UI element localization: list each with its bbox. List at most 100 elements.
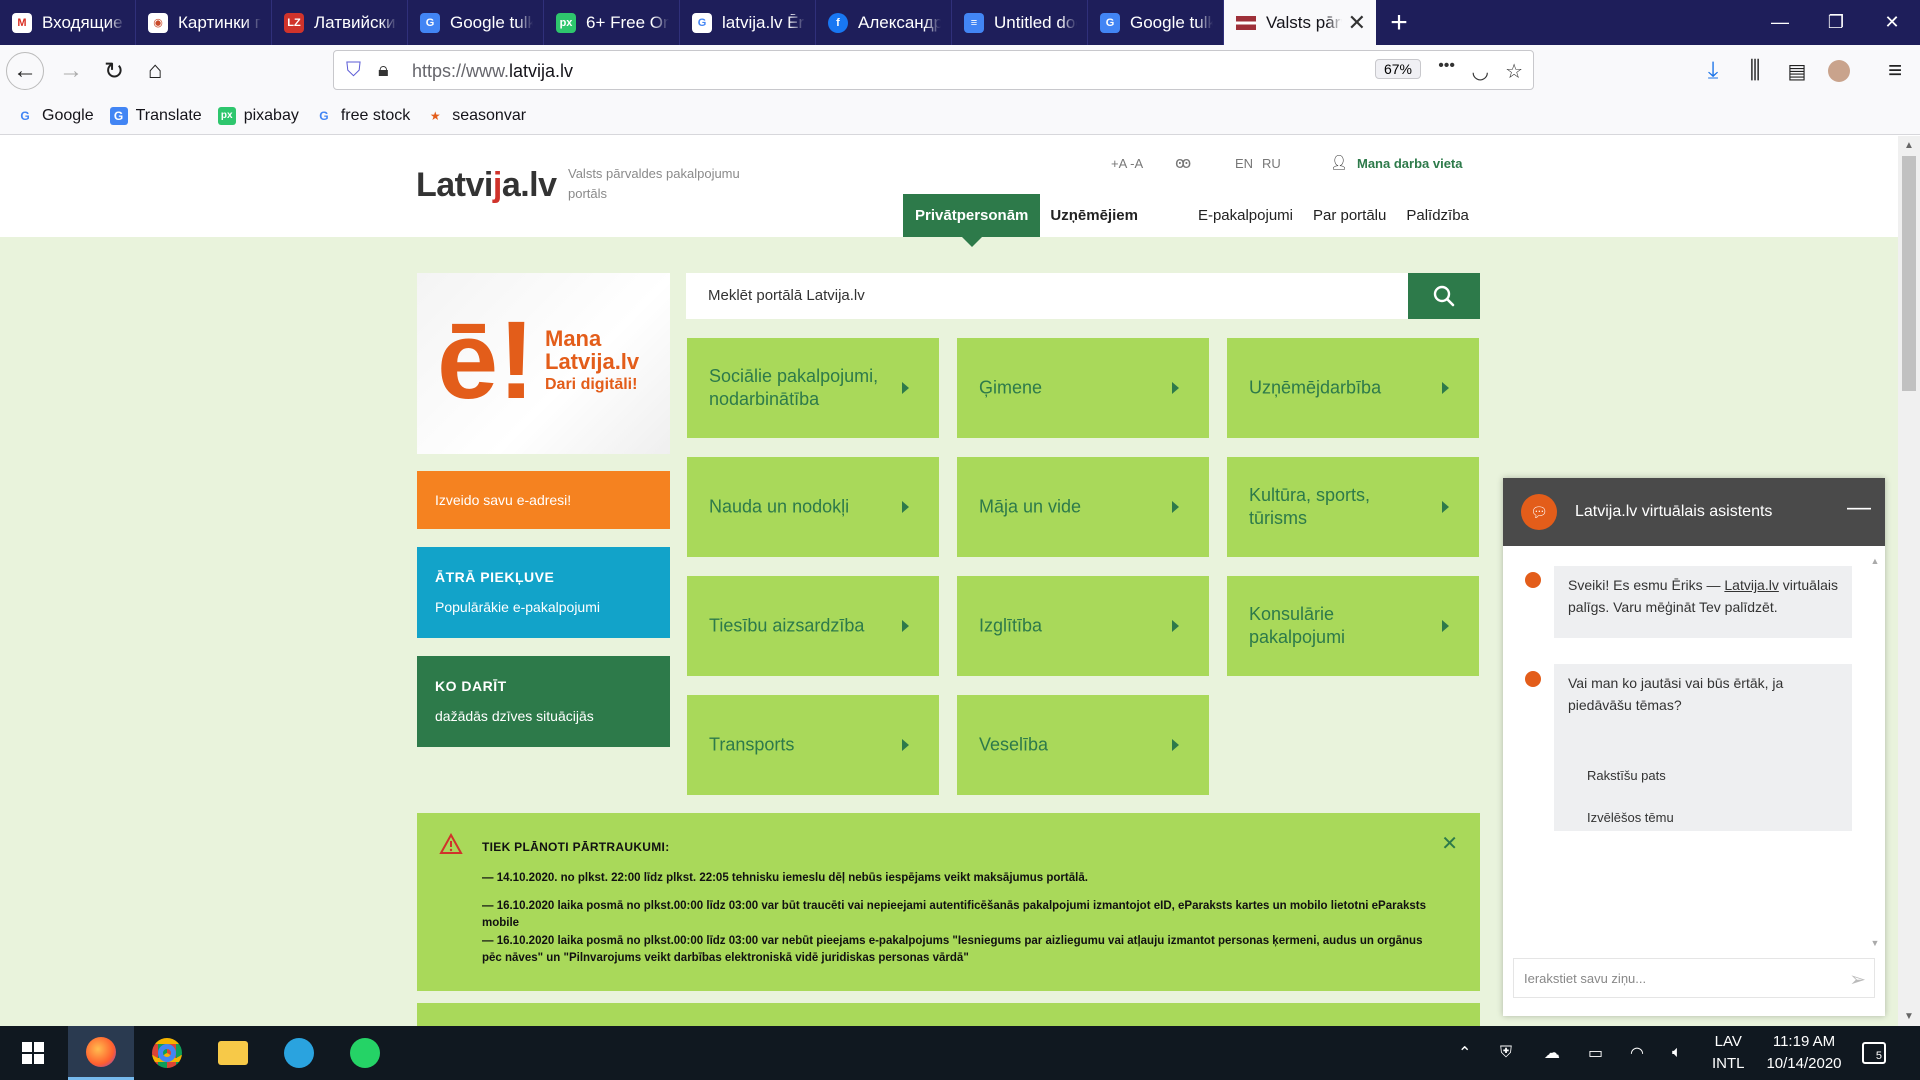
menu-hamburger-icon[interactable]: ≡ xyxy=(1876,52,1914,90)
home-icon[interactable]: ⌂ xyxy=(136,52,174,90)
site-logo[interactable]: Latvija.lv xyxy=(416,166,557,205)
clock[interactable]: 11:19 AM 10/14/2020 xyxy=(1764,1026,1844,1080)
tab-docs[interactable]: ≡ Untitled docum xyxy=(952,0,1088,45)
promo-banner[interactable]: ē! Mana Latvija.lv Dari digitāli! xyxy=(417,273,670,454)
e-address-button[interactable]: Izveido savu e-adresi! xyxy=(417,471,670,529)
close-notice-icon[interactable]: ✕ xyxy=(1441,831,1458,856)
search-input[interactable]: Meklēt portālā Latvija.lv xyxy=(708,287,865,304)
bookmark-star-icon[interactable]: ☆ xyxy=(1505,59,1523,84)
reload-icon[interactable]: ↻ xyxy=(95,52,133,90)
accessibility-icon[interactable]: ꙭ xyxy=(1175,153,1191,173)
tab-facebook[interactable]: f Александр Сто xyxy=(816,0,952,45)
downloads-icon[interactable]: ⤓ xyxy=(1694,52,1732,90)
account-avatar-icon[interactable] xyxy=(1820,52,1858,90)
nav-e-services[interactable]: E-pakalpojumi xyxy=(1188,194,1303,237)
close-window-icon[interactable]: ✕ xyxy=(1864,0,1920,45)
volume-icon[interactable]: 🔈︎ xyxy=(1672,1026,1682,1080)
url-bar[interactable]: ⛉ 🔒︎ https://www.latvija.lv 67% ••• ◡ ☆ xyxy=(333,50,1534,90)
page-scrollbar[interactable]: ▲ ▼ xyxy=(1898,136,1920,1026)
tab-images[interactable]: ◉ Картинки публ xyxy=(136,0,272,45)
wifi-icon[interactable]: ◠ xyxy=(1630,1026,1644,1080)
tile-consular[interactable]: Konsulārie pakalpojumi xyxy=(1227,576,1479,676)
lock-icon[interactable]: 🔒︎ xyxy=(378,59,389,82)
what-to-do-subtitle: dažādās dzīves situācijās xyxy=(435,708,594,724)
pocket-icon[interactable]: ◡ xyxy=(1472,59,1489,84)
nav-about-portal[interactable]: Par portālu xyxy=(1303,194,1396,237)
tab-gmail[interactable]: M Входящие (28) xyxy=(0,0,136,45)
tile-home-environment[interactable]: Māja un vide xyxy=(957,457,1209,557)
my-workplace-link[interactable]: Mana darba vieta xyxy=(1357,156,1463,171)
font-size-controls[interactable]: +A -A xyxy=(1111,156,1143,171)
choose-topic-option[interactable]: Izvēlēšos tēmu xyxy=(1587,810,1674,825)
bookmark-google[interactable]: G Google xyxy=(16,107,93,125)
tile-transport[interactable]: Transports xyxy=(687,695,939,795)
bookmark-pixabay[interactable]: px pixabay xyxy=(217,106,299,125)
taskbar-chrome[interactable] xyxy=(134,1026,200,1080)
write-myself-option[interactable]: Rakstīšu pats xyxy=(1587,768,1666,783)
chat-message-input[interactable]: Ierakstiet savu ziņu... ➢ xyxy=(1513,958,1875,998)
url-text[interactable]: https://www.latvija.lv xyxy=(412,61,573,82)
action-center-icon[interactable]: 5 xyxy=(1862,1026,1886,1080)
windows-taskbar: ⌃ ⛨ ☁ ▭ ◠ 🔈︎ LAV INTL 11:19 AM 10/14/202… xyxy=(0,1026,1920,1080)
show-hidden-icons[interactable]: ⌃ xyxy=(1458,1026,1471,1080)
tab-latvian-news[interactable]: LZ Латвийские Но xyxy=(272,0,408,45)
lang-ru-link[interactable]: RU xyxy=(1262,156,1281,171)
tab-translate[interactable]: G Google tulkotāj xyxy=(408,0,544,45)
page-actions-icon[interactable]: ••• xyxy=(1438,57,1455,75)
scroll-up-icon[interactable]: ▲ xyxy=(1898,140,1920,151)
tab-active-latvija[interactable]: Valsts pārval ✕ xyxy=(1224,0,1376,45)
tile-family[interactable]: Ģimene xyxy=(957,338,1209,438)
taskbar-whatsapp[interactable] xyxy=(332,1026,398,1080)
scrollbar-thumb[interactable] xyxy=(1902,156,1916,391)
bookmark-translate[interactable]: G Translate xyxy=(109,106,202,125)
caret-right-icon xyxy=(1172,620,1179,632)
tab-title: Входящие (28) xyxy=(42,12,125,32)
taskbar-telegram[interactable] xyxy=(266,1026,332,1080)
tile-money-taxes[interactable]: Nauda un nodokļi xyxy=(687,457,939,557)
battery-icon[interactable]: ▭ xyxy=(1588,1026,1603,1080)
tab-translate-2[interactable]: G Google tulkotāj xyxy=(1088,0,1224,45)
latvija-link[interactable]: Latvija.lv xyxy=(1724,577,1778,593)
tab-google-search[interactable]: G latvija.lv Ēriks – xyxy=(680,0,816,45)
tracking-protection-icon[interactable]: ⛉ xyxy=(346,59,361,82)
tile-culture[interactable]: Kultūra, sports, tūrisms xyxy=(1227,457,1479,557)
close-tab-icon[interactable]: ✕ xyxy=(1348,10,1366,36)
what-to-do-box[interactable]: KO DARĪT dažādās dzīves situācijās xyxy=(417,656,670,747)
restore-window-icon[interactable]: ❐ xyxy=(1808,0,1864,45)
sidebar-icon[interactable]: ▤ xyxy=(1778,52,1816,90)
minimize-chat-icon[interactable]: — xyxy=(1847,494,1871,522)
nav-private-persons[interactable]: Privātpersonām xyxy=(903,194,1041,247)
nav-help[interactable]: Palīdzība xyxy=(1396,194,1479,237)
caret-right-icon xyxy=(1442,501,1449,513)
tile-social[interactable]: Sociālie pakalpojumi, nodarbinātība xyxy=(687,338,939,438)
site-header: Latvija.lv Valsts pārvaldes pakalpojumu … xyxy=(0,136,1898,247)
nav-businesses[interactable]: Uzņēmējiem xyxy=(1040,194,1148,237)
taskbar-file-explorer[interactable] xyxy=(200,1026,266,1080)
new-tab-button[interactable]: + xyxy=(1376,0,1422,45)
tile-business[interactable]: Uzņēmējdarbība xyxy=(1227,338,1479,438)
minimize-window-icon[interactable]: — xyxy=(1752,0,1808,45)
scroll-down-icon[interactable]: ▼ xyxy=(1898,1011,1920,1022)
tile-health[interactable]: Veselība xyxy=(957,695,1209,795)
library-icon[interactable]: ⫼ xyxy=(1736,52,1774,90)
tab-pixabay[interactable]: px 6+ Free Oncolo xyxy=(544,0,680,45)
taskbar-firefox[interactable] xyxy=(68,1026,134,1080)
start-button[interactable] xyxy=(0,1026,66,1080)
back-icon[interactable]: ← xyxy=(6,52,44,90)
onedrive-icon[interactable]: ☁ xyxy=(1544,1026,1560,1080)
tile-law[interactable]: Tiesību aizsardzība xyxy=(687,576,939,676)
search-button[interactable] xyxy=(1408,273,1480,319)
send-icon[interactable]: ➢ xyxy=(1849,967,1866,992)
chat-scrollbar[interactable]: ▲ ▼ xyxy=(1869,556,1881,948)
quick-access-box[interactable]: ĀTRĀ PIEKĻUVE Populārākie e-pakalpojumi xyxy=(417,547,670,638)
lang-en-link[interactable]: EN xyxy=(1235,156,1253,171)
defender-icon[interactable]: ⛨ xyxy=(1500,1026,1512,1080)
input-language[interactable]: LAV INTL xyxy=(1712,1026,1745,1080)
scroll-down-icon[interactable]: ▼ xyxy=(1869,938,1881,948)
bookmark-free-stock[interactable]: G free stock xyxy=(315,107,410,125)
zoom-level-button[interactable]: 67% xyxy=(1374,59,1421,79)
bookmark-seasonvar[interactable]: ★ seasonvar xyxy=(426,107,526,125)
forward-icon[interactable]: → xyxy=(52,52,90,90)
scroll-up-icon[interactable]: ▲ xyxy=(1869,556,1881,566)
tile-education[interactable]: Izglītība xyxy=(957,576,1209,676)
